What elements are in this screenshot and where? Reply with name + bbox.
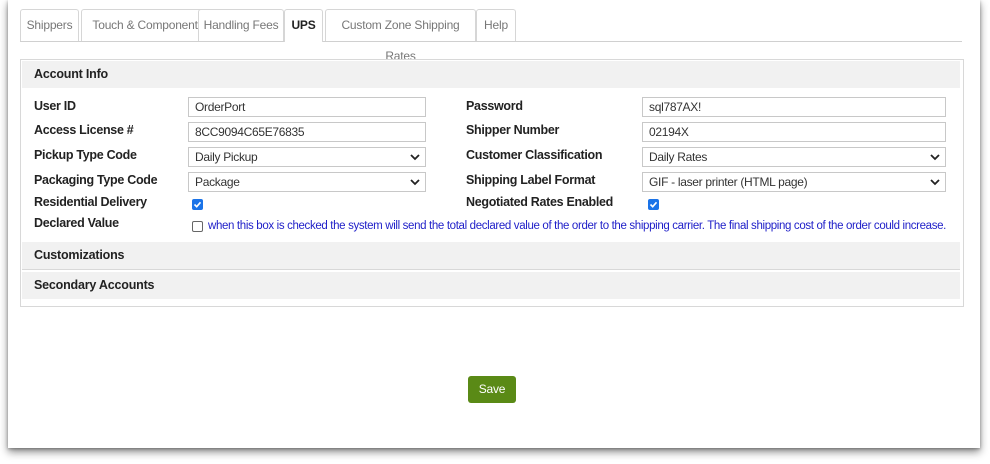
access-license-input[interactable]: 8CC9094C65E76835 — [188, 122, 426, 142]
save-button[interactable]: Save — [468, 376, 516, 403]
tab-handling-fees[interactable]: Handling Fees — [198, 9, 284, 41]
chevron-down-icon — [410, 179, 420, 186]
shipper-number-label: Shipper Number — [466, 123, 560, 137]
password-label: Password — [466, 99, 523, 113]
settings-panel: Account Info User ID OrderPort Password … — [20, 59, 964, 307]
tab-bar: Shippers Touch & Components Handling Fee… — [20, 9, 962, 63]
password-input[interactable]: sql787AX! — [642, 97, 946, 117]
user-id-input[interactable]: OrderPort — [188, 97, 426, 117]
residential-delivery-checkbox[interactable] — [192, 199, 203, 210]
negotiated-rates-label: Negotiated Rates Enabled — [466, 195, 613, 209]
chevron-down-icon — [410, 154, 420, 161]
customer-classification-label: Customer Classification — [466, 148, 603, 162]
pickup-type-select[interactable]: Daily Pickup — [188, 147, 426, 167]
packaging-type-select[interactable]: Package — [188, 172, 426, 192]
pickup-type-label: Pickup Type Code — [34, 148, 137, 162]
tab-touch-components[interactable]: Touch & Components — [81, 9, 215, 41]
customer-classification-value: Daily Rates — [649, 150, 708, 164]
declared-value-checkbox[interactable] — [192, 221, 203, 232]
account-info-header[interactable]: Account Info — [22, 61, 960, 88]
residential-delivery-label: Residential Delivery — [34, 195, 147, 209]
packaging-type-value: Package — [195, 175, 240, 189]
shipper-number-input[interactable]: 02194X — [642, 122, 946, 142]
user-id-label: User ID — [34, 99, 76, 113]
checkmark-icon — [193, 201, 202, 208]
tab-custom-zone-shipping-rates[interactable]: Custom Zone Shipping Rates — [325, 9, 476, 63]
customizations-header[interactable]: Customizations — [22, 242, 960, 269]
label-format-select[interactable]: GIF - laser printer (HTML page) — [642, 172, 946, 192]
negotiated-rates-checkbox[interactable] — [648, 199, 659, 210]
checkmark-icon — [649, 201, 658, 208]
declared-value-label: Declared Value — [34, 216, 119, 230]
access-license-label: Access License # — [34, 123, 134, 137]
tab-help[interactable]: Help — [476, 9, 516, 41]
divider — [22, 269, 960, 270]
chevron-down-icon — [930, 179, 940, 186]
label-format-label: Shipping Label Format — [466, 173, 596, 187]
customer-classification-select[interactable]: Daily Rates — [642, 147, 946, 167]
tab-ups[interactable]: UPS — [284, 9, 323, 42]
pickup-type-value: Daily Pickup — [195, 150, 258, 164]
secondary-accounts-header[interactable]: Secondary Accounts — [22, 272, 960, 299]
packaging-type-label: Packaging Type Code — [34, 173, 158, 187]
chevron-down-icon — [930, 154, 940, 161]
declared-value-note: when this box is checked the system will… — [208, 220, 947, 232]
label-format-value: GIF - laser printer (HTML page) — [649, 175, 808, 189]
tab-shippers[interactable]: Shippers — [20, 9, 79, 41]
